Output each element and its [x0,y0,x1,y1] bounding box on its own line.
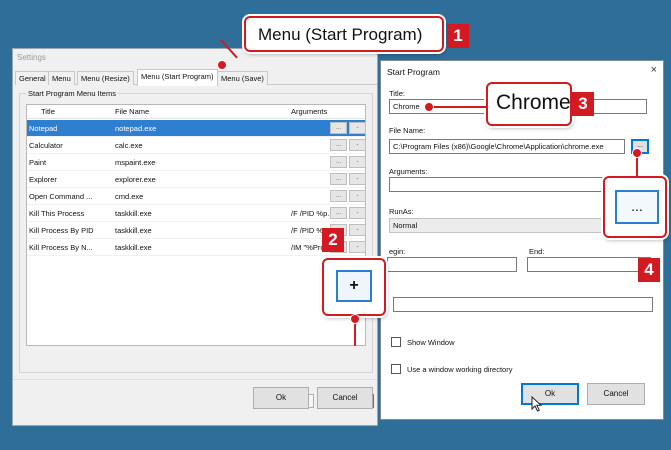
callout-4-badge: 4 [638,258,660,282]
working-dir-label: Use a window working directory [407,365,513,374]
callout-4-browse-button: ... [615,190,659,224]
dialog-title: Start Program [387,67,440,77]
tab-menu-start-program[interactable]: Menu (Start Program) [137,69,218,86]
end-input[interactable] [527,257,651,272]
table-row[interactable]: Explorer explorer.exe... - [27,171,366,188]
settings-tabs: General Menu Menu (Resize) Menu (Start P… [15,69,377,86]
row-edit-button[interactable]: ... [330,190,347,202]
settings-cancel-button[interactable]: Cancel [317,387,373,409]
row-remove-button[interactable]: - [349,122,366,134]
start-program-group: Start Program Menu Items Title File Name… [19,89,374,408]
row-remove-button[interactable]: - [349,224,366,236]
table-row[interactable]: Notepad notepad.exe... - [27,120,366,137]
table-row[interactable]: Kill Process By PID taskkill.exe/F /PID %… [27,222,366,239]
callout-2-badge: 2 [322,228,344,252]
row-edit-button[interactable]: ... [330,139,347,151]
file-name-input[interactable]: C:\Program Files (x86)\Google\Chrome\App… [389,139,625,154]
callout-3: Chrome [486,82,572,126]
title-label: Title: [389,89,405,98]
row-file-name: mspaint.exe [115,158,156,167]
row-remove-button[interactable]: - [349,241,366,253]
callout-2-dot [350,314,360,324]
row-title: Open Command ... [29,192,93,201]
callout-4: ... [603,176,667,238]
row-remove-button[interactable]: - [349,139,366,151]
row-title: Calculator [29,141,63,150]
table-row[interactable]: Paint mspaint.exe... - [27,154,366,171]
runas-label: RunAs: [389,207,414,216]
row-file-name: cmd.exe [115,192,144,201]
begin-input[interactable] [387,257,517,272]
column-file-name[interactable]: File Name [115,107,149,116]
callout-2-plus-button: + [336,270,372,302]
file-name-label: File Name: [389,126,426,135]
row-remove-button[interactable]: - [349,207,366,219]
tab-menu-resize[interactable]: Menu (Resize) [77,71,134,85]
settings-title: Settings [17,53,46,62]
start-program-list[interactable]: Title File Name Arguments Notepad notepad… [26,104,366,346]
row-title: Kill Process By N... [29,243,93,252]
row-file-name: taskkill.exe [115,243,152,252]
table-row[interactable]: Kill Process By N... taskkill.exe/IM "%Pr… [27,239,366,256]
tab-general[interactable]: General [15,71,50,85]
row-edit-button[interactable]: ... [330,207,347,219]
working-directory-input[interactable] [393,297,653,312]
end-label: End: [529,247,545,256]
row-title: Kill This Process [29,209,85,218]
row-edit-button[interactable]: ... [330,122,347,134]
dialog-ok-button[interactable]: Ok [521,383,579,405]
list-header: Title File Name Arguments [27,105,365,119]
working-dir-checkbox[interactable] [391,364,401,374]
callout-3-connector [432,106,486,108]
settings-ok-button[interactable]: Ok [253,387,309,409]
row-remove-button[interactable]: - [349,173,366,185]
callout-1-text: Menu (Start Program) [258,25,423,44]
row-arguments: /F /PID %p... [291,209,331,218]
show-window-label: Show Window [407,338,455,347]
callout-4-dot [632,148,642,158]
row-title: Explorer [29,175,57,184]
row-file-name: taskkill.exe [115,226,152,235]
column-title[interactable]: Title [41,107,55,116]
mouse-cursor-icon [531,395,543,415]
row-file-name: explorer.exe [115,175,156,184]
callout-2: + [322,258,386,316]
close-icon[interactable]: × [651,64,657,76]
row-remove-button[interactable]: - [349,190,366,202]
row-file-name: notepad.exe [115,124,157,133]
table-row[interactable]: Calculator calc.exe... - [27,137,366,154]
row-title: Paint [29,158,47,167]
column-arguments[interactable]: Arguments [291,107,327,116]
callout-1-dot [217,60,227,70]
callout-3-badge: 3 [572,92,594,116]
row-edit-button[interactable]: ... [330,173,347,185]
show-window-checkbox[interactable] [391,337,401,347]
table-row[interactable]: Open Command ... cmd.exe... - [27,188,366,205]
row-file-name: calc.exe [115,141,143,150]
row-file-name: taskkill.exe [115,209,152,218]
row-remove-button[interactable]: - [349,156,366,168]
dialog-cancel-button[interactable]: Cancel [587,383,645,405]
callout-3-dot [424,102,434,112]
begin-label: egin: [389,247,406,256]
row-edit-button[interactable]: ... [330,156,347,168]
callout-3-text: Chrome [496,91,571,114]
callout-1: Menu (Start Program) [244,16,444,52]
tab-menu[interactable]: Menu [48,71,75,85]
row-title: Kill Process By PID [29,226,94,235]
group-label: Start Program Menu Items [26,89,118,98]
callout-1-badge: 1 [447,24,469,48]
tab-menu-save[interactable]: Menu (Save) [217,71,268,85]
footer-divider [13,379,377,380]
row-title: Notepad [29,124,58,133]
table-row[interactable]: Kill This Process taskkill.exe/F /PID %p.… [27,205,366,222]
arguments-label: Arguments: [389,167,428,176]
